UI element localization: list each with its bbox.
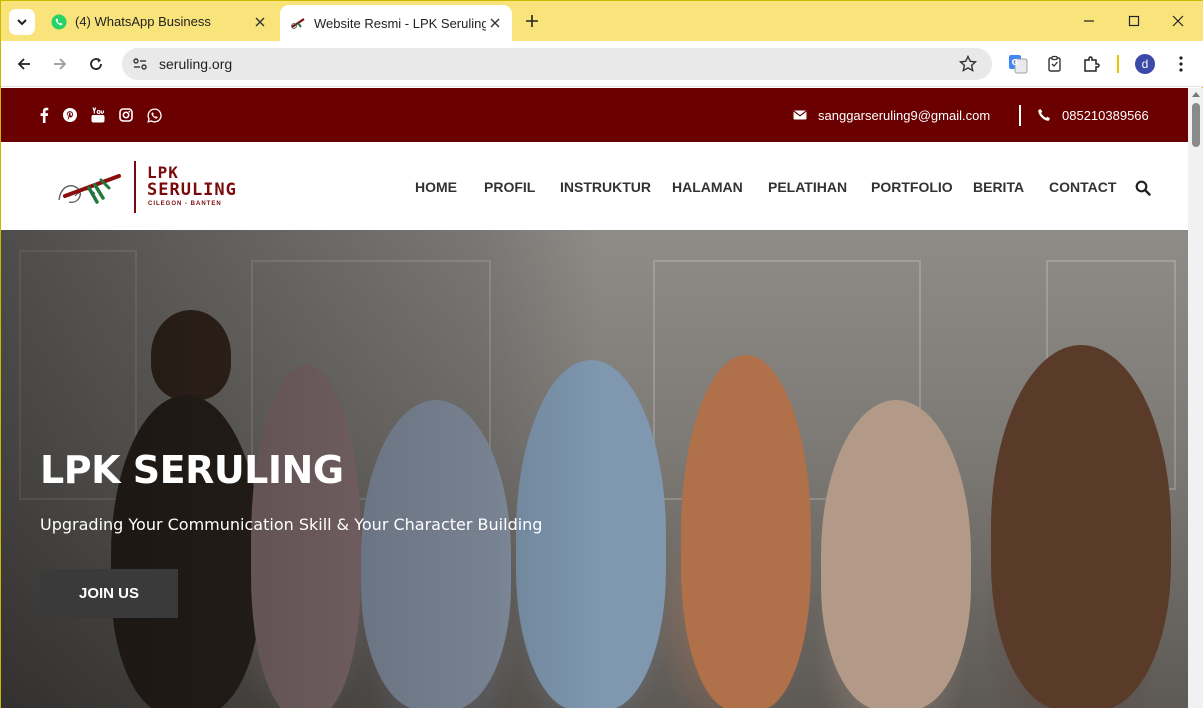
back-button[interactable] — [11, 51, 37, 77]
join-us-button[interactable]: JOIN US — [40, 569, 178, 618]
site-topbar: sanggarseruling9@gmail.com 085210389566 — [1, 88, 1188, 142]
maximize-icon — [1128, 15, 1140, 27]
url-text: seruling.org — [159, 56, 233, 72]
phone-icon — [1038, 109, 1050, 121]
new-tab-button[interactable] — [521, 10, 543, 32]
plus-icon — [526, 15, 538, 27]
email-text: sanggarseruling9@gmail.com — [818, 107, 991, 123]
scroll-up-arrow-icon[interactable] — [1192, 92, 1200, 97]
puzzle-icon — [1084, 56, 1100, 72]
nav-portfolio[interactable]: PORTFOLIO — [871, 179, 953, 195]
arrow-right-icon — [54, 58, 67, 70]
nav-berita[interactable]: BERITA — [973, 179, 1024, 195]
clipboard-extension-button[interactable] — [1044, 53, 1066, 75]
pinterest-icon — [63, 108, 77, 122]
contact-divider — [1019, 105, 1021, 126]
reload-icon — [90, 58, 102, 70]
site-favicon-icon — [291, 18, 305, 29]
contact-phone[interactable]: 085210389566 — [1037, 107, 1149, 123]
hero-title: LPK SERULING — [40, 448, 344, 492]
close-icon — [1172, 15, 1184, 27]
reload-button[interactable] — [83, 51, 109, 77]
extensions-button[interactable] — [1080, 53, 1102, 75]
logo-divider — [134, 161, 136, 213]
youtube-icon — [91, 107, 105, 123]
nav-profil[interactable]: PROFIL — [484, 179, 535, 195]
hero-photo-person — [821, 400, 971, 708]
scrollbar-thumb[interactable] — [1192, 103, 1200, 147]
translate-icon: G — [1009, 55, 1028, 74]
maximize-button[interactable] — [1122, 9, 1146, 33]
profile-avatar[interactable]: d — [1135, 54, 1155, 74]
site-navbar: LPK SERULING CILEGON - BANTEN HOME PROFI… — [1, 142, 1188, 230]
close-icon[interactable] — [486, 14, 504, 32]
address-bar[interactable]: seruling.org — [122, 48, 992, 80]
facebook-link[interactable] — [36, 107, 52, 123]
search-icon[interactable] — [1135, 180, 1151, 196]
tab-title: Website Resmi - LPK Seruling — [314, 15, 486, 31]
pinterest-link[interactable] — [62, 107, 78, 123]
facebook-icon — [40, 107, 49, 123]
nav-pelatihan[interactable]: PELATIHAN — [768, 179, 847, 195]
browser-toolbar: seruling.org G d — [1, 41, 1203, 87]
whatsapp-icon — [146, 107, 162, 123]
whatsapp-link[interactable] — [146, 107, 162, 123]
minimize-icon — [1084, 20, 1094, 22]
tab-search-button[interactable] — [9, 9, 35, 35]
minimize-button[interactable] — [1077, 9, 1101, 33]
svg-text:G: G — [1012, 58, 1019, 67]
hero-photo-person — [681, 355, 811, 708]
arrow-left-icon — [17, 58, 30, 70]
tab-seruling[interactable]: Website Resmi - LPK Seruling — [280, 5, 512, 41]
whatsapp-icon — [51, 14, 67, 29]
logo-emblem-icon — [58, 174, 121, 204]
logo-line-2: SERULING — [147, 180, 237, 200]
close-icon[interactable] — [251, 13, 269, 31]
bookmark-star-icon[interactable] — [958, 54, 978, 74]
instagram-icon — [119, 108, 133, 122]
site-settings-icon[interactable] — [131, 55, 149, 73]
more-vertical-icon — [1179, 56, 1183, 72]
google-translate-button[interactable]: G — [1007, 53, 1029, 75]
page-scrollbar[interactable] — [1188, 88, 1203, 708]
forward-button[interactable] — [47, 51, 73, 77]
profile-initial: d — [1141, 57, 1149, 71]
phone-text: 085210389566 — [1062, 107, 1149, 123]
nav-instruktur[interactable]: INSTRUKTUR — [560, 179, 651, 195]
youtube-link[interactable] — [90, 107, 106, 123]
tab-title: (4) WhatsApp Business — [75, 14, 211, 29]
hero-subtitle: Upgrading Your Communication Skill & You… — [40, 515, 543, 534]
tab-whatsapp[interactable]: (4) WhatsApp Business — [41, 6, 277, 37]
toolbar-separator — [1117, 55, 1119, 73]
nav-contact[interactable]: CONTACT — [1049, 179, 1116, 195]
nav-home[interactable]: HOME — [415, 179, 457, 195]
site-logo[interactable]: LPK SERULING CILEGON - BANTEN — [55, 160, 263, 214]
logo-tagline: CILEGON - BANTEN — [148, 201, 222, 207]
hero-photo-person — [991, 345, 1171, 708]
instagram-link[interactable] — [118, 107, 134, 123]
envelope-icon — [793, 110, 807, 120]
browser-tab-bar: (4) WhatsApp Business Website Resmi - LP… — [1, 1, 1203, 41]
hero-banner: LPK SERULING Upgrading Your Communicatio… — [1, 230, 1188, 708]
clipboard-icon — [1048, 55, 1061, 72]
close-window-button[interactable] — [1166, 9, 1190, 33]
browser-menu-button[interactable] — [1170, 53, 1192, 75]
contact-email[interactable]: sanggarseruling9@gmail.com — [793, 107, 990, 123]
chevron-down-icon — [17, 19, 27, 26]
nav-halaman[interactable]: HALAMAN — [672, 179, 743, 195]
